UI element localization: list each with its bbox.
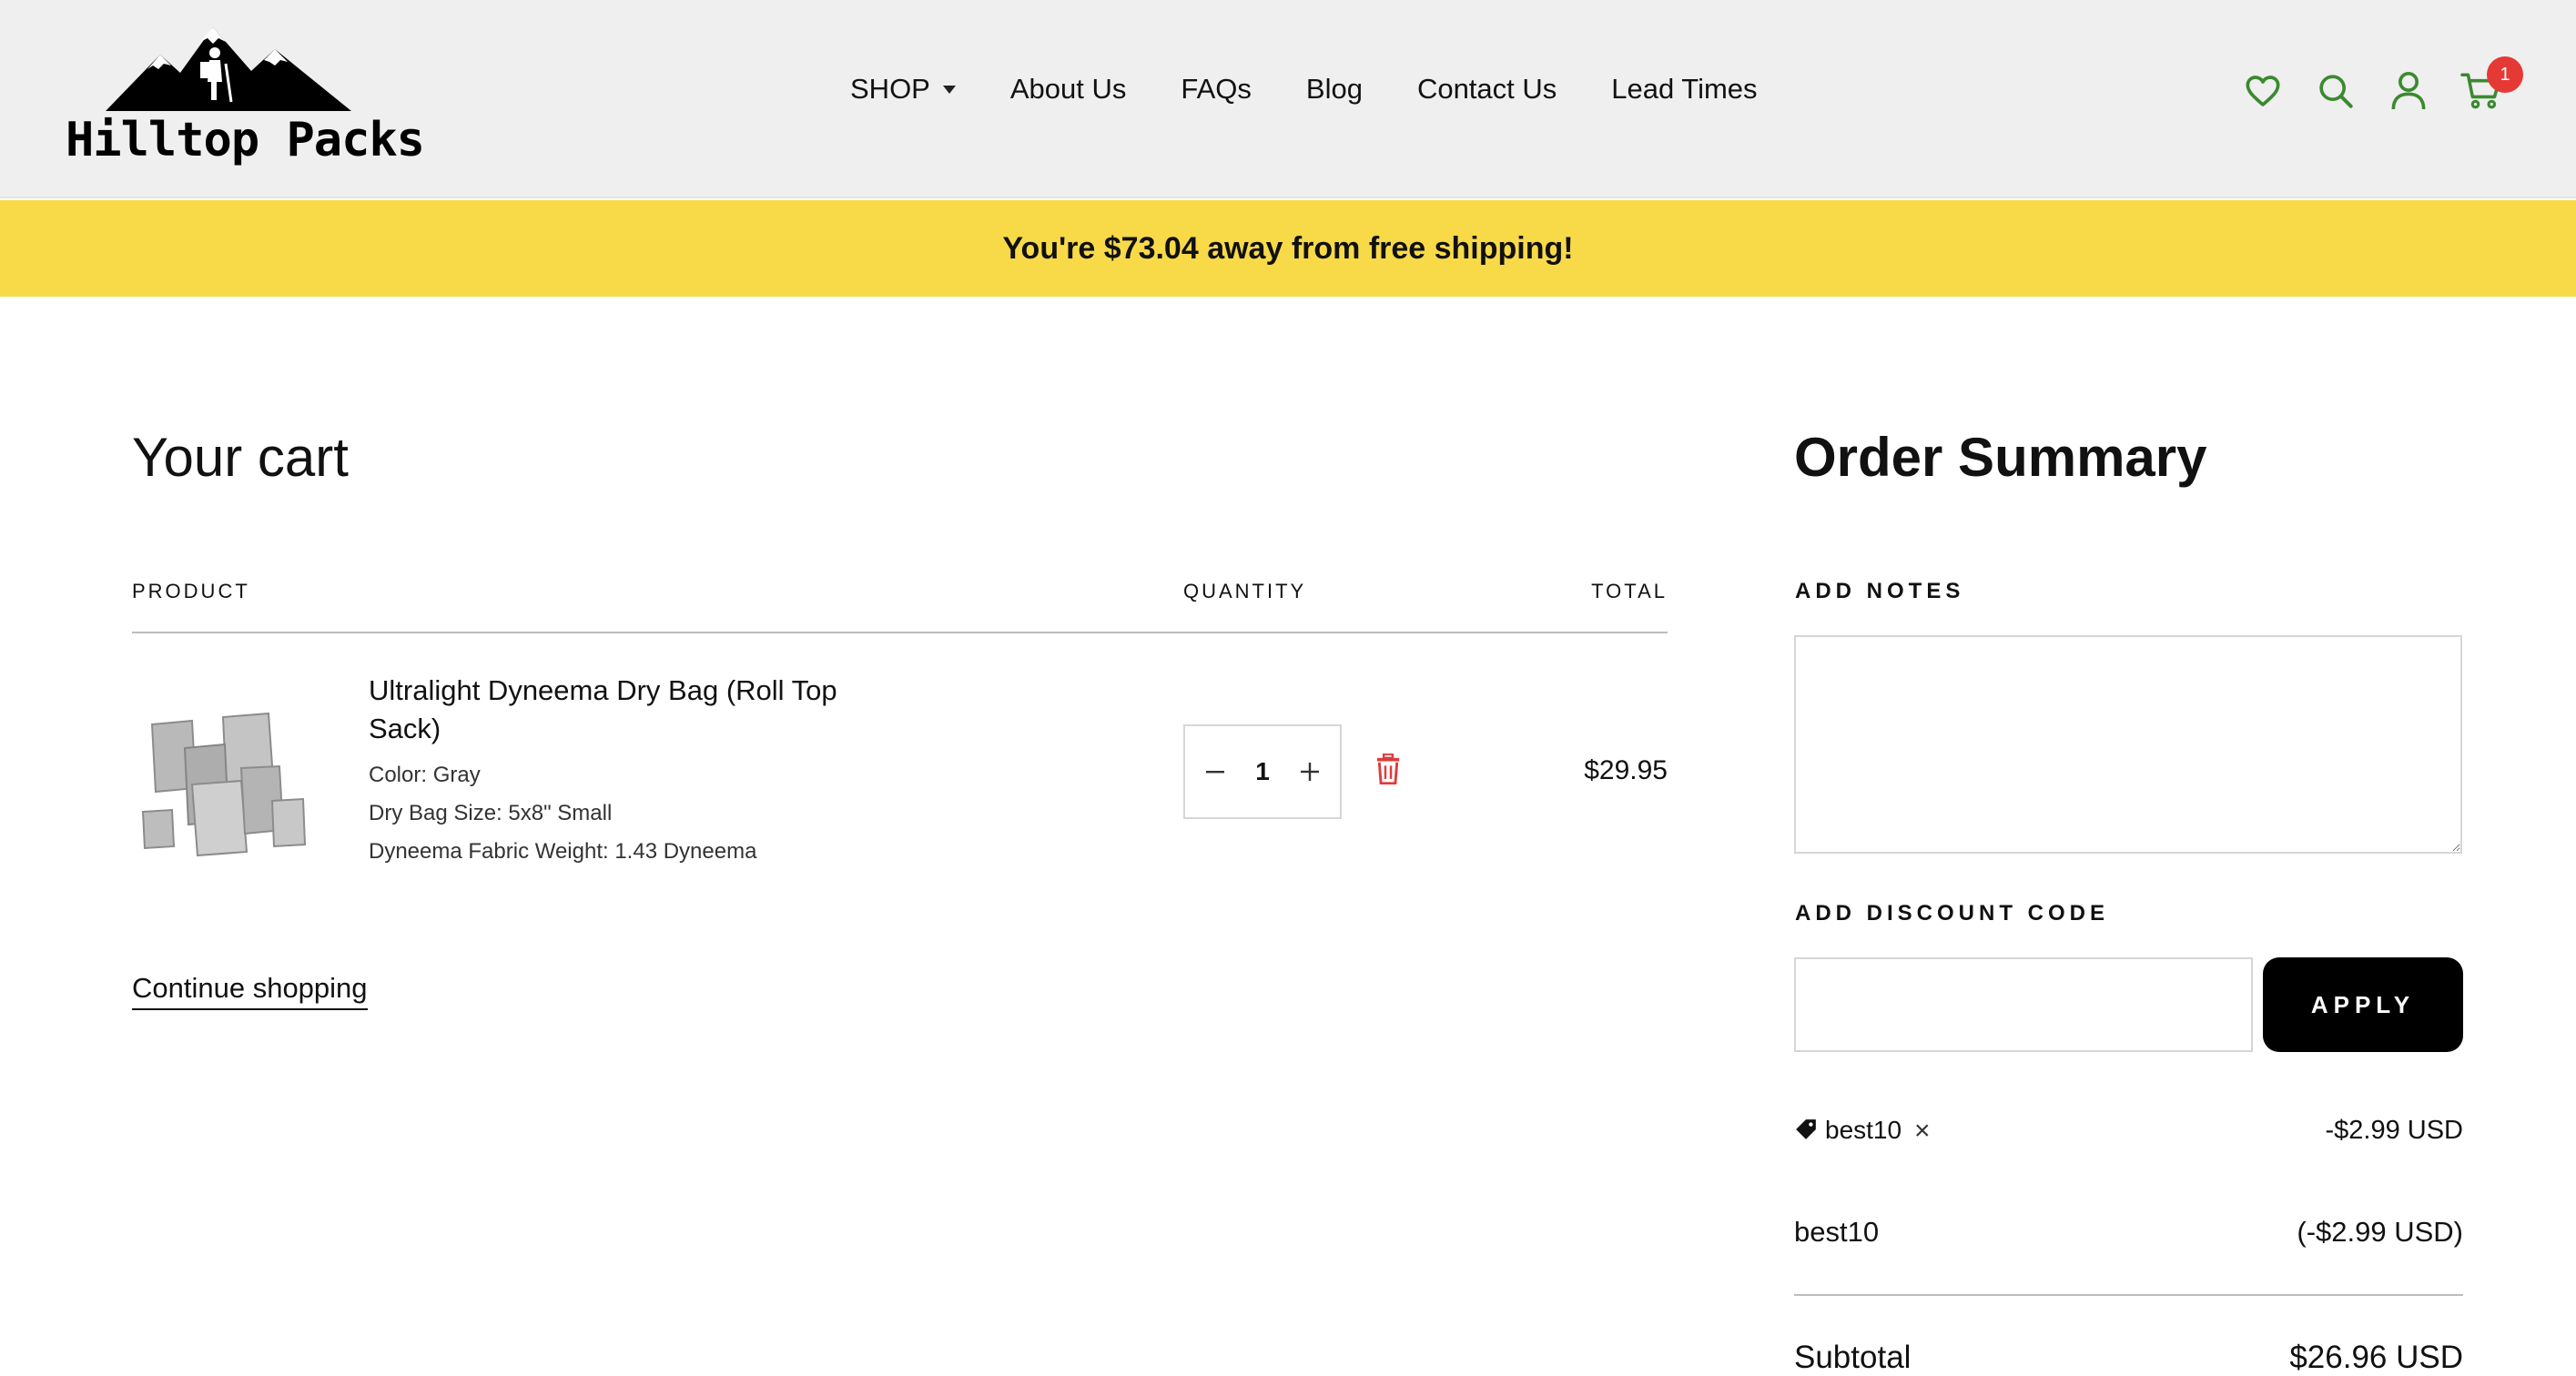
discount-summary-line: best10 (-$2.99 USD): [1794, 1216, 2463, 1249]
product-name[interactable]: Ultralight Dyneema Dry Bag (Roll Top Sac…: [369, 672, 878, 748]
discount-code-input[interactable]: [1794, 957, 2253, 1052]
nav-blog[interactable]: Blog: [1306, 73, 1363, 106]
nav-lead-times[interactable]: Lead Times: [1611, 73, 1757, 106]
line-item-total: $29.95: [1584, 755, 1668, 785]
product-attribute-color: Color: Gray: [369, 763, 481, 787]
caret-down-icon: [942, 85, 956, 94]
total-column-header: TOTAL: [1591, 580, 1668, 602]
continue-shopping-link[interactable]: Continue shopping: [132, 972, 368, 1010]
search-button[interactable]: [2314, 69, 2358, 113]
decrease-quantity-button[interactable]: [1202, 758, 1229, 785]
cart-button[interactable]: 1: [2459, 56, 2523, 113]
nav-shop[interactable]: SHOP: [850, 73, 956, 106]
nav-shop-label: SHOP: [850, 73, 930, 105]
site-logo[interactable]: Hilltop Packs: [66, 22, 425, 167]
product-attribute-size: Dry Bag Size: 5x8" Small: [369, 801, 613, 825]
add-notes-label: ADD NOTES: [1795, 579, 1965, 603]
subtotal-line: Subtotal $26.96 USD: [1794, 1340, 2463, 1376]
free-shipping-bar: You're $73.04 away from free shipping!: [0, 200, 2576, 297]
product-attribute-weight: Dyneema Fabric Weight: 1.43 Dyneema: [369, 839, 757, 864]
nav-contact-us[interactable]: Contact Us: [1417, 73, 1557, 106]
order-notes-textarea[interactable]: [1794, 635, 2462, 854]
wishlist-button[interactable]: [2241, 69, 2285, 113]
tag-icon: [1796, 1119, 1816, 1139]
heart-icon: [2246, 76, 2280, 106]
applied-discount-amount: -$2.99 USD: [2325, 1116, 2463, 1145]
cart-title: Your cart: [132, 427, 349, 488]
remove-item-trash-icon[interactable]: [1374, 754, 1402, 784]
logo-text: Hilltop Packs: [66, 113, 425, 167]
subtotal-value: $26.96 USD: [2289, 1340, 2463, 1375]
header-icons: 1: [2241, 56, 2523, 113]
nav-faqs[interactable]: FAQs: [1181, 73, 1252, 106]
quantity-stepper: 1: [1183, 724, 1342, 819]
plus-icon: [1300, 763, 1319, 781]
summary-divider: [1794, 1294, 2463, 1296]
apply-discount-button[interactable]: APPLY: [2263, 957, 2463, 1052]
discount-line-amount: (-$2.99 USD): [2297, 1216, 2463, 1248]
nav-about-us[interactable]: About Us: [1010, 73, 1127, 106]
search-icon: [2319, 75, 2353, 108]
quantity-column-header: QUANTITY: [1183, 580, 1307, 602]
cart-divider: [132, 632, 1668, 633]
discount-line-label: best10: [1794, 1216, 1880, 1248]
order-summary-title: Order Summary: [1794, 427, 2207, 488]
increase-quantity-button[interactable]: [1296, 758, 1323, 785]
site-header: Hilltop Packs SHOP About Us FAQs Blog Co…: [0, 0, 2576, 198]
applied-discount-code: best10: [1825, 1116, 1902, 1144]
mountain-hiker-logo-icon: [106, 27, 351, 111]
applied-discount-row: best10 × -$2.99 USD: [1794, 1114, 2463, 1150]
product-column-header: PRODUCT: [132, 580, 250, 602]
main-nav: SHOP About Us FAQs Blog Contact Us Lead …: [850, 73, 1758, 106]
minus-icon: [1206, 771, 1224, 774]
user-icon: [2391, 72, 2426, 110]
add-discount-code-label: ADD DISCOUNT CODE: [1795, 901, 2110, 926]
account-button[interactable]: [2387, 69, 2430, 113]
product-image[interactable]: [132, 684, 314, 857]
subtotal-label: Subtotal: [1794, 1340, 1912, 1375]
cart-count-badge: 1: [2487, 56, 2523, 93]
quantity-value[interactable]: 1: [1255, 757, 1270, 786]
remove-discount-close-icon[interactable]: ×: [1914, 1116, 1931, 1147]
